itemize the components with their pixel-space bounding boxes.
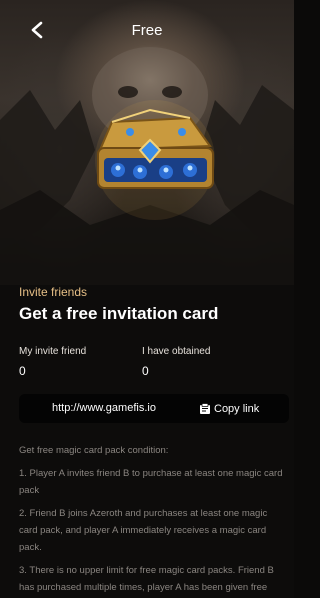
- my-invite-friend-count: 0: [19, 364, 26, 378]
- copy-icon: [199, 403, 211, 415]
- obtained-label: I have obtained: [142, 346, 211, 357]
- my-invite-friend-label: My invite friend: [19, 346, 87, 357]
- rule-item: 1. Player A invites friend B to purchase…: [19, 468, 283, 496]
- copy-link-button[interactable]: Copy link: [199, 401, 259, 417]
- invitation-headline: Get a free invitation card: [19, 304, 219, 323]
- rule-item: 2. Friend B joins Azeroth and purchases …: [19, 508, 268, 553]
- rules-section: Get free magic card pack condition: 1. P…: [19, 442, 285, 598]
- rule-item: 3. There is no upper limit for free magi…: [19, 565, 274, 593]
- invite-screen: Free Invite friends Get a free invitatio…: [0, 0, 294, 598]
- top-bar: Free: [0, 0, 294, 60]
- invite-link-url[interactable]: http://www.gamefis.io: [52, 402, 156, 414]
- page-title: Free: [131, 22, 163, 39]
- obtained-count: 0: [142, 364, 149, 378]
- copy-link-label: Copy link: [214, 403, 260, 415]
- invite-friends-label: Invite friends: [19, 285, 88, 299]
- rules-heading: Get free magic card pack condition:: [19, 445, 169, 456]
- invite-link-bar: http://www.gamefis.io Copy link: [19, 394, 289, 423]
